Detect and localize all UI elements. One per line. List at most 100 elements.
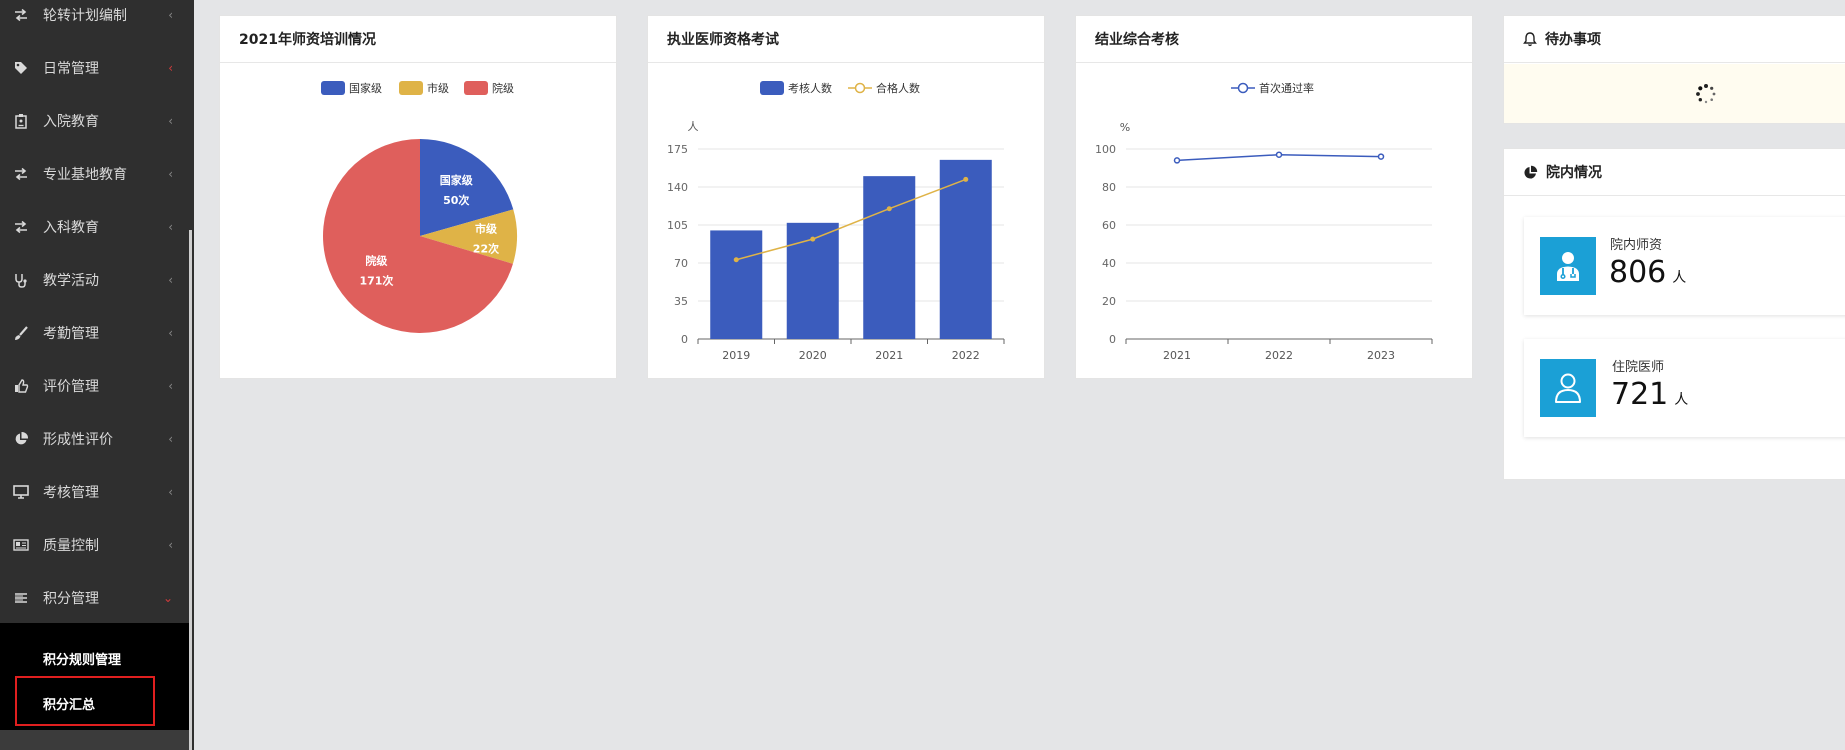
sidebar-item-10[interactable]: 质量控制 ‹ — [0, 518, 189, 571]
legend-swatch — [464, 81, 488, 95]
tag-icon — [13, 60, 29, 76]
x-tick-label: 2023 — [1367, 349, 1395, 362]
sidebar-item-0[interactable]: 轮转计划编制 ‹ — [0, 0, 189, 41]
legend-label: 考核人数 — [788, 81, 832, 95]
sidebar-item-label: 评价管理 — [43, 378, 99, 395]
chevron-left-icon: ‹ — [168, 7, 173, 22]
sidebar-item-label: 入院教育 — [43, 113, 99, 130]
swap-icon — [13, 7, 29, 23]
exam-card-title: 执业医师资格考试 — [648, 16, 1044, 63]
sidebar-item-6[interactable]: 考勤管理 ‹ — [0, 306, 189, 359]
thumbs-up-icon — [13, 378, 29, 394]
pie-icon — [13, 431, 29, 447]
line-point — [1275, 151, 1283, 158]
stat-number-teachers: 806 — [1609, 255, 1667, 290]
y-tick-label: 80 — [1102, 181, 1116, 194]
chevron-left-icon: ‹ — [168, 60, 173, 75]
slice-value-label: 22次 — [473, 241, 499, 255]
pass-count-line — [736, 178, 967, 261]
sidebar-item-label: 质量控制 — [43, 537, 99, 554]
newspaper-icon — [13, 537, 29, 553]
sidebar-item-4[interactable]: 入科教育 ‹ — [0, 200, 189, 253]
sidebar-scrollbar[interactable] — [189, 230, 192, 750]
chevron-left-icon: ‹ — [168, 113, 173, 128]
stat-label-teachers: 院内师资 — [1610, 238, 1663, 253]
legend-label: 首次通过率 — [1259, 81, 1314, 95]
chevron-left-icon: ‹ — [168, 378, 173, 393]
y-axis-title: 人 — [688, 120, 699, 133]
y-tick-label: 100 — [1095, 143, 1116, 156]
monitor-icon — [13, 484, 29, 500]
legend-swatch — [760, 81, 784, 95]
exam-card: 执业医师资格考试 考核人数 合格人数 人 0 35 70 105 140 175 2019 202… — [647, 15, 1045, 379]
chevron-left-icon: ‹ — [168, 325, 173, 340]
chevron-left-icon: ‹ — [168, 272, 173, 287]
sidebar-item-7[interactable]: 评价管理 ‹ — [0, 359, 189, 412]
chevron-left-icon: ‹ — [168, 219, 173, 234]
list-icon — [13, 590, 29, 606]
sidebar-item-label: 入科教育 — [43, 219, 99, 236]
stethoscope-icon — [13, 272, 29, 288]
x-tick-label: 2022 — [952, 349, 980, 362]
completion-line-chart: 首次通过率 % 0 20 40 60 80 100 2021 2022 2023 — [1095, 81, 1433, 362]
y-tick-label: 0 — [1109, 333, 1116, 346]
legend-label: 合格人数 — [876, 81, 920, 95]
doctor-icon — [1540, 237, 1596, 295]
chevron-left-icon: ‹ — [168, 431, 173, 446]
x-tick-label: 2022 — [1265, 349, 1293, 362]
todo-card-header: 待办事项 — [1504, 16, 1845, 63]
x-tick-label: 2020 — [799, 349, 827, 362]
x-tick-label: 2021 — [1163, 349, 1191, 362]
stat-label-residents: 住院医师 — [1612, 360, 1665, 375]
sidebar-bottom — [0, 730, 189, 750]
todo-card-title: 待办事项 — [1545, 32, 1601, 48]
highlight-box — [15, 676, 155, 726]
y-tick-label: 105 — [667, 219, 688, 232]
sidebar-item-3[interactable]: 专业基地教育 ‹ — [0, 147, 189, 200]
stat-value-residents: 721 人 — [1611, 377, 1688, 412]
sidebar-item-5[interactable]: 教学活动 ‹ — [0, 253, 189, 306]
hospital-card: 院内情况 院内师资 806 人 住院医师 721 人 — [1503, 148, 1845, 480]
sidebar-item-11[interactable]: 积分管理 ⌄ — [0, 571, 189, 624]
y-axis-title: % — [1120, 121, 1130, 134]
stat-value-teachers: 806 人 — [1609, 255, 1686, 290]
sidebar-item-9[interactable]: 考核管理 ‹ — [0, 465, 189, 518]
bell-icon — [1523, 31, 1537, 47]
line-point — [1173, 157, 1181, 164]
submenu-item-rules[interactable]: 积分规则管理 — [43, 649, 121, 668]
slice-value-label: 171次 — [359, 273, 393, 287]
sidebar-item-label: 考勤管理 — [43, 325, 99, 342]
brush-icon — [13, 325, 29, 341]
stat-card-residents[interactable]: 住院医师 721 人 — [1524, 339, 1845, 437]
completion-card: 结业综合考核 首次通过率 % 0 20 40 60 80 100 2021 2022 2023 — [1075, 15, 1473, 379]
sidebar-item-label: 专业基地教育 — [43, 166, 127, 183]
stat-card-teachers[interactable]: 院内师资 806 人 — [1524, 217, 1845, 315]
sidebar-item-label: 教学活动 — [43, 272, 99, 289]
legend-marker — [1237, 82, 1249, 94]
training-card: 2021年师资培训情况 国家级 市级 院级 国家级 50次 市级 22次 院级 171次 — [219, 15, 617, 379]
training-card-title: 2021年师资培训情况 — [220, 16, 616, 63]
y-tick-label: 35 — [674, 295, 688, 308]
exam-bar-chart: 考核人数 合格人数 人 0 35 70 105 140 175 2019 2020 2021 2022 — [667, 81, 1005, 362]
slice-name-label: 国家级 — [440, 173, 474, 187]
training-pie-chart: 国家级 市级 院级 国家级50次市级22次院级171次 — [321, 81, 517, 333]
y-tick-label: 0 — [681, 333, 688, 346]
legend-swatch — [321, 81, 345, 95]
hospital-card-header: 院内情况 — [1504, 149, 1845, 196]
sidebar-item-label: 轮转计划编制 — [43, 7, 127, 24]
y-tick-label: 70 — [674, 257, 688, 270]
sidebar-item-1[interactable]: 日常管理 ‹ — [0, 41, 189, 94]
y-tick-label: 60 — [1102, 219, 1116, 232]
swap-icon — [13, 166, 29, 182]
sidebar-item-8[interactable]: 形成性评价 ‹ — [0, 412, 189, 465]
sidebar-item-2[interactable]: 入院教育 ‹ — [0, 94, 189, 147]
legend-label: 院级 — [492, 81, 514, 95]
y-tick-label: 140 — [667, 181, 688, 194]
loading-spinner-icon — [1696, 84, 1716, 104]
bar — [710, 230, 763, 339]
hospital-card-title: 院内情况 — [1546, 165, 1602, 181]
chevron-left-icon: ‹ — [168, 537, 173, 552]
user-icon — [1540, 359, 1596, 417]
line-point — [733, 257, 739, 263]
stat-unit-teachers: 人 — [1672, 270, 1687, 286]
